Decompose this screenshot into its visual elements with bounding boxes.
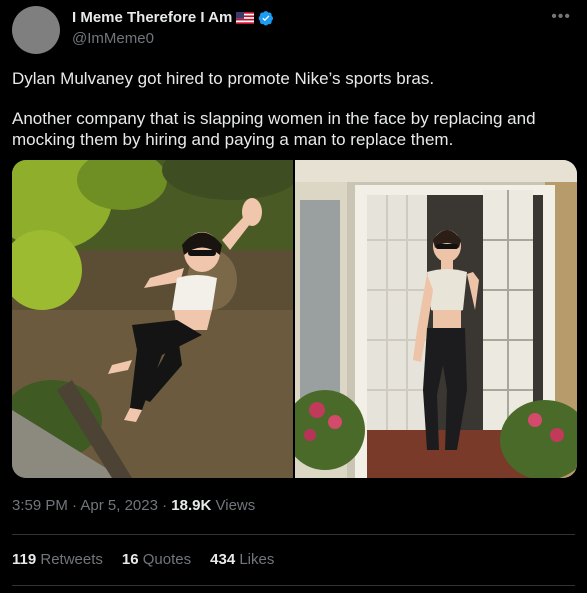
photo-image bbox=[12, 160, 293, 478]
tweet-time[interactable]: 3:59 PM bbox=[12, 497, 68, 514]
tweet-metadata: 3:59 PM · Apr 5, 2023 · 18.9K Views bbox=[12, 497, 255, 514]
avatar[interactable] bbox=[12, 6, 60, 54]
meta-separator: · bbox=[72, 497, 78, 514]
tweet-media bbox=[12, 160, 577, 478]
more-options-icon[interactable]: ••• bbox=[551, 8, 571, 26]
author-name-row[interactable]: I Meme Therefore I Am bbox=[72, 9, 274, 26]
divider bbox=[12, 534, 575, 535]
retweets-count: 119 bbox=[12, 551, 37, 568]
likes-stat[interactable]: 434 Likes bbox=[210, 551, 274, 568]
quotes-count: 16 bbox=[121, 551, 139, 568]
us-flag-icon bbox=[236, 11, 255, 24]
tweet-paragraph: Dylan Mulvaney got hired to promote Nike… bbox=[12, 69, 435, 88]
tweet-header: I Meme Therefore I Am @ImMeme0 ••• bbox=[12, 6, 575, 58]
retweets-stat[interactable]: 119 Retweets bbox=[12, 551, 103, 568]
photo-image bbox=[295, 160, 577, 478]
likes-label: Likes bbox=[239, 551, 275, 568]
quotes-stat[interactable]: 16 Quotes bbox=[122, 551, 191, 568]
verified-badge-icon bbox=[259, 10, 274, 25]
author-display-name[interactable]: I Meme Therefore I Am bbox=[72, 9, 232, 26]
retweets-label: Retweets bbox=[40, 551, 103, 568]
meta-separator: · bbox=[162, 497, 168, 514]
photo-doorway[interactable] bbox=[295, 160, 577, 478]
tweet-date[interactable]: Apr 5, 2023 bbox=[80, 497, 158, 514]
tweet-paragraph: Another company that is slapping women i… bbox=[12, 109, 536, 149]
quotes-label: Quotes bbox=[142, 551, 192, 568]
author-handle[interactable]: @ImMeme0 bbox=[72, 30, 154, 47]
views-count: 18.9K bbox=[171, 497, 212, 514]
divider bbox=[12, 585, 575, 586]
engagement-stats: 119 Retweets 16 Quotes 434 Likes bbox=[12, 551, 274, 568]
tweet-text: Dylan Mulvaney got hired to promote Nike… bbox=[12, 68, 572, 150]
likes-count: 434 bbox=[210, 551, 236, 568]
views-label: Views bbox=[215, 497, 256, 514]
photo-outdoor-hillside[interactable] bbox=[12, 160, 293, 478]
